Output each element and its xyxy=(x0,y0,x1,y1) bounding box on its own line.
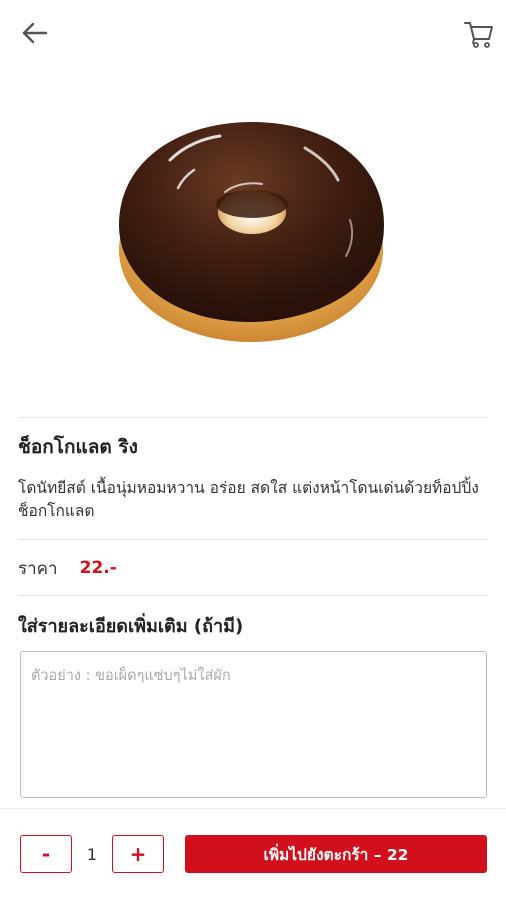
price-row: ราคา 22.- xyxy=(18,556,117,580)
quantity-value: 1 xyxy=(86,845,98,864)
price-label: ราคา xyxy=(18,558,58,579)
decrease-quantity-button[interactable]: - xyxy=(20,835,72,873)
back-button[interactable] xyxy=(18,18,50,48)
divider xyxy=(18,539,488,540)
divider xyxy=(18,595,488,596)
product-title: ช็อกโกแลต ริง xyxy=(18,436,138,458)
top-bar xyxy=(0,0,506,70)
bottom-bar: - 1 + เพิ่มไปยังตะกร้า – 22 xyxy=(0,808,506,901)
note-title: ใส่รายละเอียดเพิ่มเติม (ถ้ามี) xyxy=(18,616,244,637)
price-value: 22.- xyxy=(79,558,117,578)
shopping-cart-icon xyxy=(464,22,493,48)
add-to-cart-button[interactable]: เพิ่มไปยังตะกร้า – 22 xyxy=(185,835,487,873)
arrow-left-icon xyxy=(22,22,48,44)
product-image xyxy=(100,100,400,355)
note-input[interactable] xyxy=(20,651,487,798)
increase-quantity-button[interactable]: + xyxy=(112,835,164,873)
cart-button[interactable] xyxy=(462,16,496,50)
product-description: โดนัทยีสต์ เนื้อนุ่มหอมหวาน อร่อย สดใส แ… xyxy=(18,479,479,520)
divider xyxy=(18,417,488,418)
